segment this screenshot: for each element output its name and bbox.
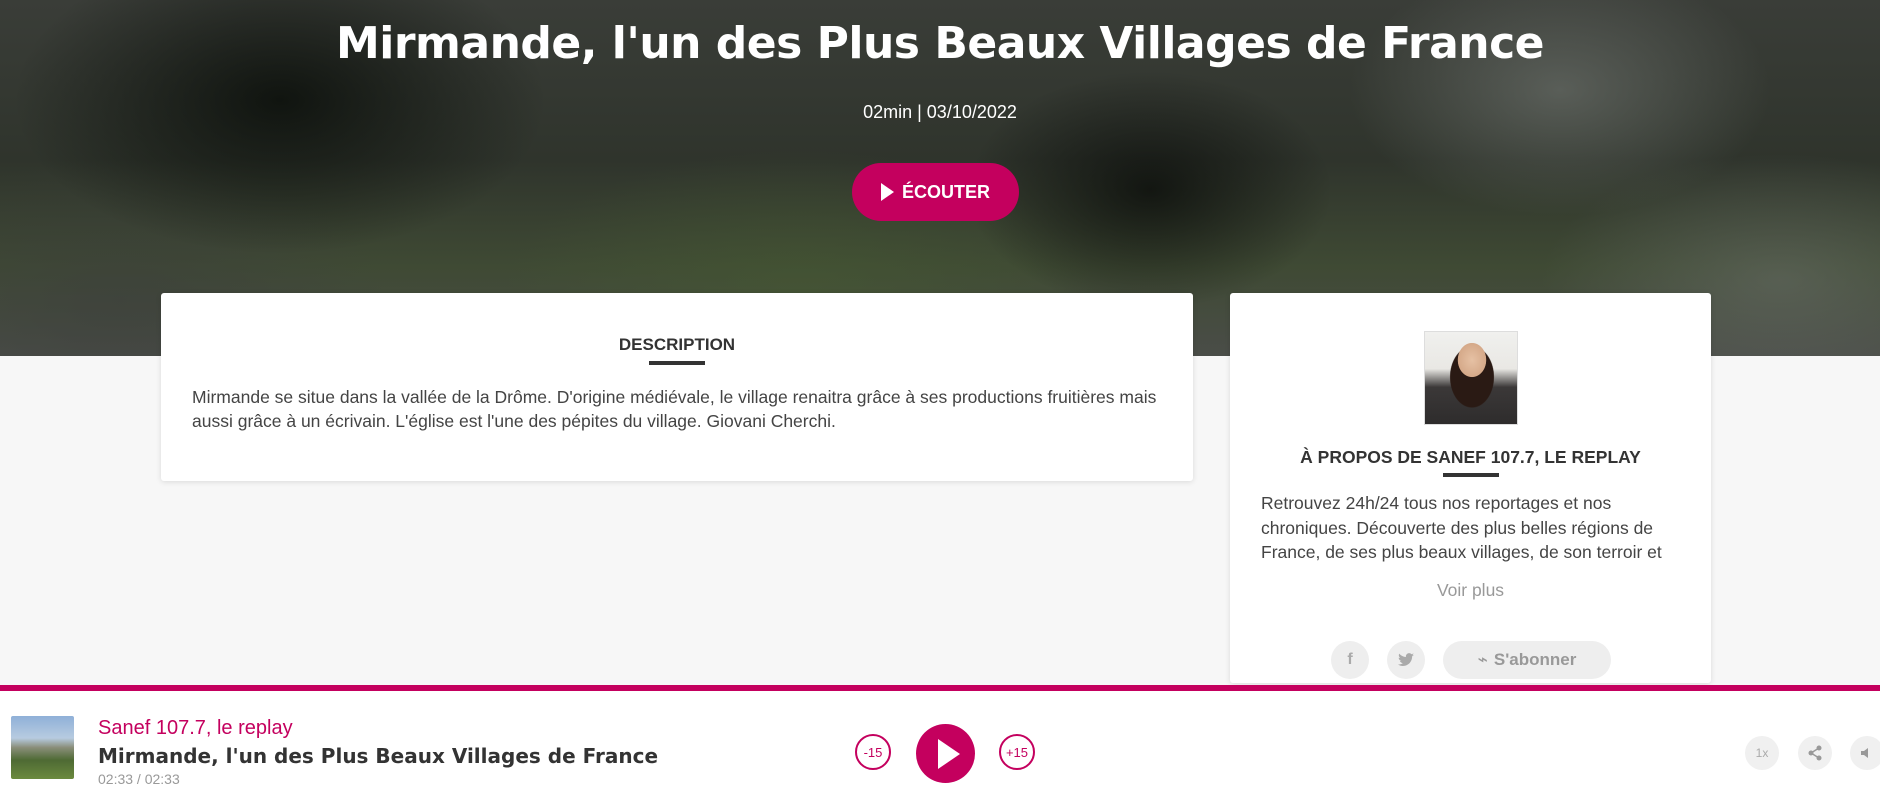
speed-label: 1x (1755, 746, 1769, 760)
skip-forward-label: +15 (1005, 744, 1029, 760)
player-episode-title: Mirmande, l'un des Plus Beaux Villages d… (98, 744, 659, 768)
description-heading: DESCRIPTION (618, 335, 736, 354)
description-underline (649, 361, 705, 365)
subscribe-button[interactable]: ⌁ S'abonner (1443, 641, 1611, 679)
about-card: À PROPOS DE SANEF 107.7, LE REPLAY Retro… (1230, 293, 1711, 683)
playback-speed-button[interactable]: 1x (1745, 736, 1779, 770)
see-more-link[interactable]: Voir plus (1230, 580, 1711, 601)
facebook-button[interactable]: f (1331, 641, 1369, 679)
about-heading: À PROPOS DE SANEF 107.7, LE REPLAY (1300, 447, 1641, 467)
share-button[interactable] (1798, 736, 1832, 770)
volume-icon (1861, 748, 1868, 758)
audio-player-bar: Sanef 107.7, le replay Mirmande, l'un de… (0, 685, 1880, 797)
play-icon (937, 738, 960, 769)
listen-label: ÉCOUTER (901, 181, 990, 202)
episode-meta: 02min | 03/10/2022 (863, 102, 1017, 122)
about-underline (1443, 473, 1499, 477)
share-icon (1808, 745, 1822, 761)
twitter-button[interactable] (1387, 641, 1425, 679)
twitter-icon (1398, 653, 1414, 666)
listen-button[interactable]: ÉCOUTER (852, 163, 1019, 221)
rss-icon: ⌁ (1477, 650, 1488, 669)
skip-back-button[interactable]: -15 (855, 734, 891, 770)
player-time: 02:33 / 02:33 (98, 771, 180, 787)
play-icon (880, 183, 894, 201)
play-button[interactable] (916, 724, 975, 783)
description-text: Mirmande se situe dans la vallée de la D… (192, 387, 1157, 431)
about-text: Retrouvez 24h/24 tous nos reportages et … (1261, 493, 1662, 562)
subscribe-label: S'abonner (1493, 650, 1577, 669)
skip-back-label: -15 (863, 744, 883, 760)
skip-forward-button[interactable]: +15 (999, 734, 1035, 770)
description-card: DESCRIPTION Mirmande se situe dans la va… (161, 293, 1193, 481)
volume-button[interactable] (1850, 736, 1880, 770)
episode-thumbnail (11, 716, 74, 779)
host-avatar (1424, 331, 1518, 425)
facebook-icon: f (1347, 651, 1353, 668)
episode-title: Mirmande, l'un des Plus Beaux Villages d… (335, 18, 1545, 69)
player-show-name[interactable]: Sanef 107.7, le replay (98, 717, 293, 740)
